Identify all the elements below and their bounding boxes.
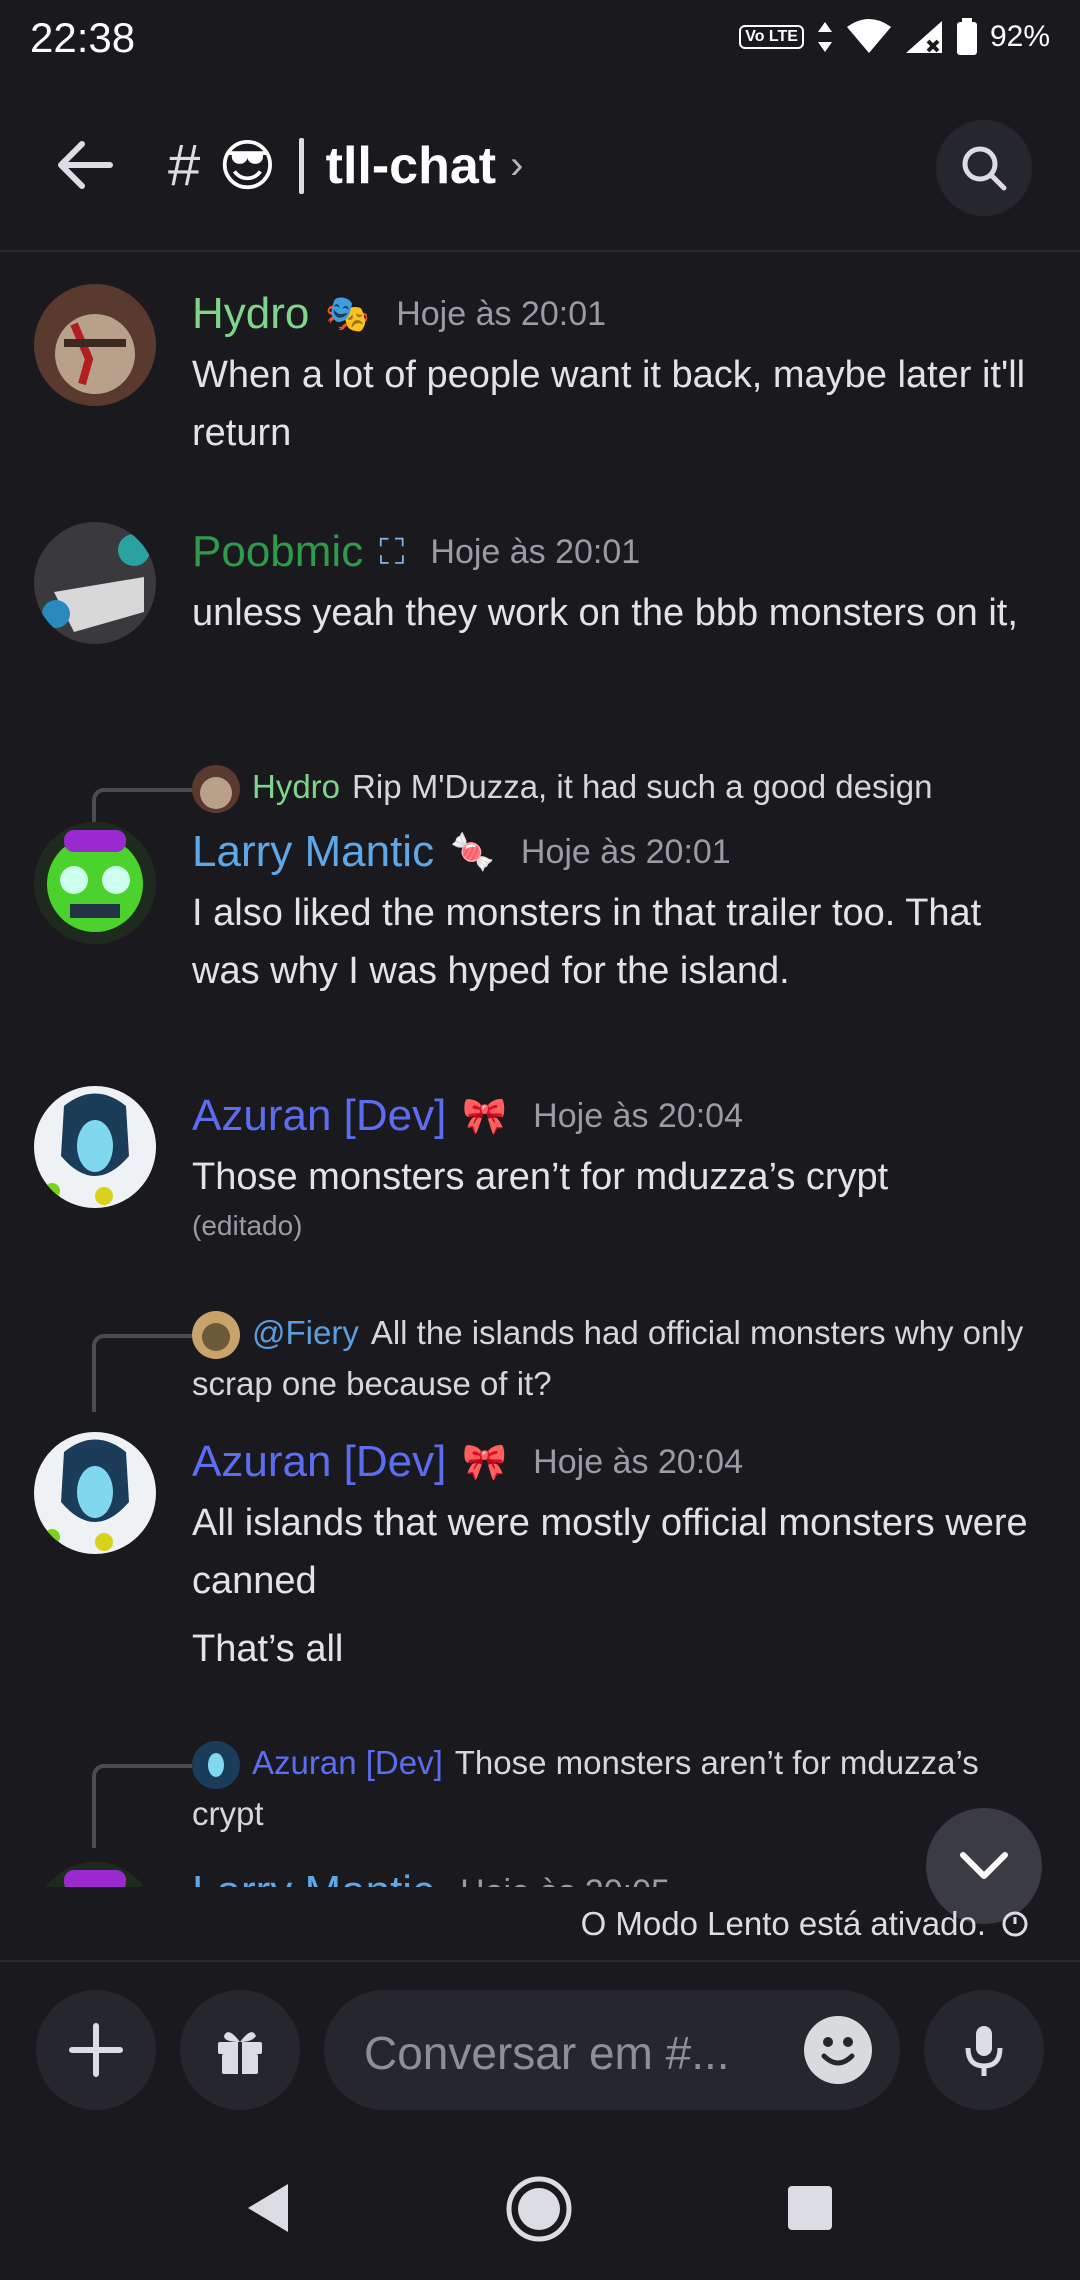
username[interactable]: Azuran [Dev] xyxy=(192,1091,446,1141)
avatar[interactable] xyxy=(34,522,156,644)
composer-divider xyxy=(0,1960,1080,1962)
nav-recents-icon[interactable] xyxy=(786,2184,834,2232)
badge-icon: 🎭 xyxy=(325,293,371,334)
timestamp: Hoje às 20:04 xyxy=(533,1096,743,1135)
username[interactable]: Poobmic xyxy=(192,527,363,577)
avatar[interactable] xyxy=(34,1862,156,1887)
username[interactable]: Hydro xyxy=(192,289,309,339)
nav-home-icon[interactable] xyxy=(504,2174,574,2244)
message-text: I also liked the monsters in that traile… xyxy=(192,892,982,992)
reply-connector xyxy=(92,1764,192,1848)
username[interactable]: Larry Mantic xyxy=(192,1867,434,1887)
volte-icon: Vo LTE xyxy=(739,25,804,49)
battery-icon xyxy=(956,18,977,55)
emoji-button[interactable] xyxy=(804,2016,872,2084)
search-button[interactable] xyxy=(936,120,1032,216)
reply-avatar xyxy=(192,765,240,814)
badge-icon: 🎀 xyxy=(462,1441,508,1482)
timestamp: Hoje às 20:04 xyxy=(533,1442,743,1481)
reply-preview[interactable]: Hydro Rip M'Duzza, it had such a good des… xyxy=(192,762,1040,814)
reply-username[interactable]: @Fiery xyxy=(252,1314,359,1351)
timer-icon xyxy=(1002,1911,1028,1937)
message-input-placeholder: Conversar em #... xyxy=(364,2027,730,2079)
badge-icon: 🍬 xyxy=(450,831,495,872)
message-text: All islands that were mostly official mo… xyxy=(192,1502,1028,1602)
back-button[interactable] xyxy=(50,130,120,200)
badge-icon: 🎀 xyxy=(462,1095,508,1136)
message-input[interactable]: Conversar em #... xyxy=(324,1990,900,2110)
reply-username[interactable]: Hydro xyxy=(252,768,340,805)
badge-icon: ⛶ xyxy=(379,530,405,572)
system-navigation-bar xyxy=(0,2150,1080,2280)
voice-message-button[interactable] xyxy=(924,1990,1044,2110)
sunglasses-emoji: 😎 xyxy=(218,133,277,197)
message-text: When a lot of people want it back, maybe… xyxy=(192,354,1026,454)
battery-percent: 92% xyxy=(989,20,1050,53)
timestamp: Hoje às 20:01 xyxy=(396,294,607,333)
channel-name: tll-chat xyxy=(325,136,497,195)
timestamp: Hoje às 20:05 xyxy=(460,1873,670,1888)
plus-icon xyxy=(69,2023,123,2077)
slow-mode-notice: O Modo Lento está ativado. xyxy=(581,1905,1030,1943)
timestamp: Hoje às 20:01 xyxy=(430,532,641,571)
message-composer: Conversar em #... xyxy=(0,1990,1080,2110)
message-list[interactable]: Hydro 🎭 Hoje às 20:01 When a lot of peop… xyxy=(0,252,1080,1887)
reply-preview[interactable]: Azuran [Dev] Those monsters aren’t for md… xyxy=(192,1738,1040,1839)
add-attachment-button[interactable] xyxy=(36,1990,156,2110)
message-text: Those monsters aren’t for mduzza’s crypt xyxy=(192,1156,889,1198)
edited-label: (editado) xyxy=(192,1210,303,1241)
avatar[interactable] xyxy=(34,1086,156,1208)
status-bar: 22:38 Vo LTE 92% xyxy=(0,0,1080,80)
gift-button[interactable] xyxy=(180,1990,300,2110)
title-separator xyxy=(298,137,304,194)
gift-icon xyxy=(218,2032,262,2074)
username[interactable]: Larry Mantic xyxy=(192,827,434,877)
channel-header: # 😎 tll-chat › xyxy=(0,80,1080,252)
reply-avatar xyxy=(192,1741,240,1790)
microphone-icon xyxy=(965,2026,1003,2076)
reply-connector xyxy=(92,1334,192,1412)
signal-icon xyxy=(905,21,942,53)
reply-text: Rip M'Duzza, it had such a good design xyxy=(352,768,933,805)
chevron-right-icon: › xyxy=(510,143,524,187)
avatar[interactable] xyxy=(34,1432,156,1554)
hash-icon: # xyxy=(168,133,201,198)
channel-title[interactable]: # 😎 tll-chat › xyxy=(168,132,523,199)
avatar[interactable] xyxy=(34,822,156,944)
nav-back-icon[interactable] xyxy=(244,2180,294,2236)
arrow-left-icon xyxy=(58,141,113,189)
smiley-icon xyxy=(821,2037,855,2066)
reply-avatar xyxy=(192,1311,240,1360)
message-text: That’s all xyxy=(192,1628,344,1670)
data-arrows-icon xyxy=(817,22,832,52)
status-icons: Vo LTE 92% xyxy=(739,18,1050,56)
slow-mode-text: O Modo Lento está ativado. xyxy=(580,1905,986,1942)
wifi-icon xyxy=(846,19,891,53)
avatar[interactable] xyxy=(34,284,156,406)
reply-username[interactable]: Azuran [Dev] xyxy=(252,1744,443,1781)
status-time: 22:38 xyxy=(30,14,136,61)
reply-preview[interactable]: @Fiery All the islands had official monst… xyxy=(192,1308,1040,1409)
message-text: unless yeah they work on the bbb monster… xyxy=(192,592,1018,634)
search-icon xyxy=(962,146,1007,191)
chevron-down-icon xyxy=(960,1852,1008,1879)
timestamp: Hoje às 20:01 xyxy=(520,832,731,871)
username[interactable]: Azuran [Dev] xyxy=(192,1437,446,1487)
